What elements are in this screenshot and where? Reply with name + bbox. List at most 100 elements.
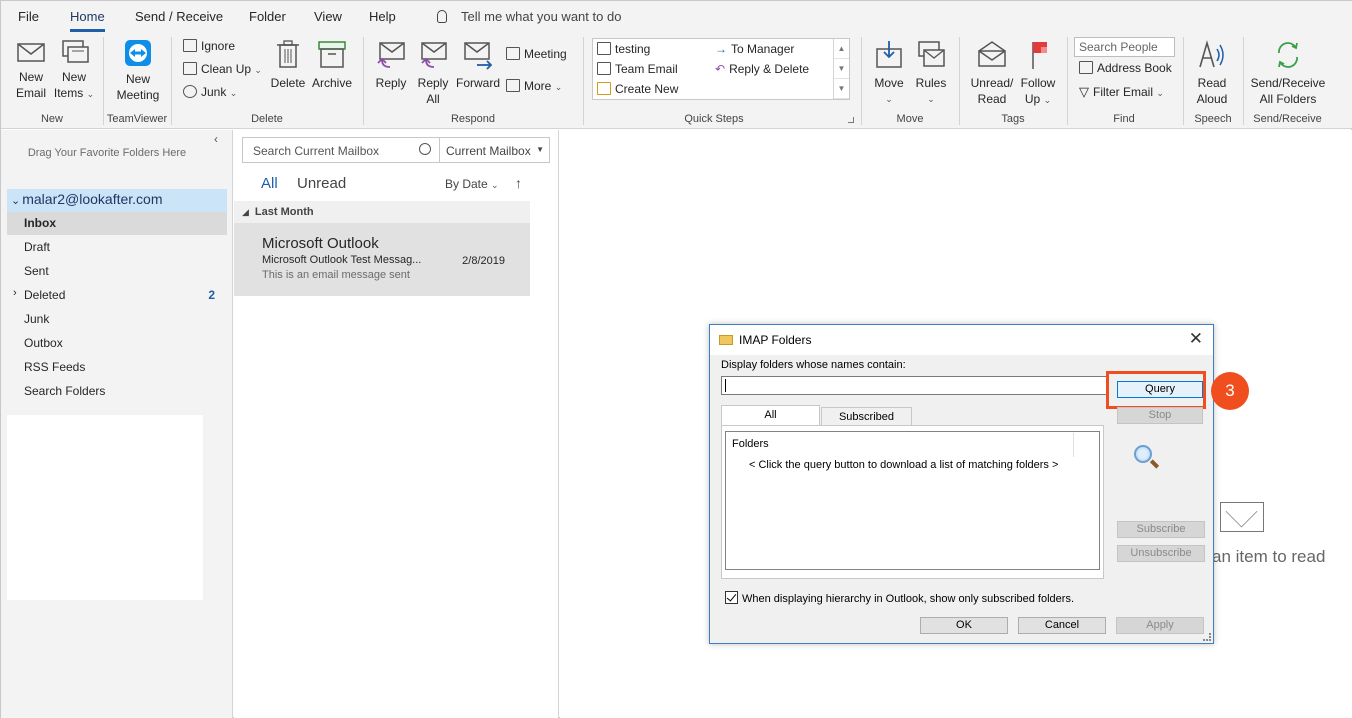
account-node[interactable]: ⌄ malar2@lookafter.com xyxy=(7,189,227,212)
scroll-up-icon[interactable]: ▲ xyxy=(834,39,849,59)
envelope-icon xyxy=(17,43,45,62)
search-scope-dropdown[interactable]: Current Mailbox ▼ xyxy=(440,137,550,163)
clean-up-button[interactable]: Clean Up ⌄ xyxy=(183,62,262,76)
dialog-launcher-icon[interactable] xyxy=(848,117,854,123)
quick-step-reply-delete[interactable]: ↶ Reply & Delete xyxy=(715,62,809,76)
tab-all[interactable]: All xyxy=(721,405,820,426)
address-book-label: Address Book xyxy=(1097,61,1172,75)
archive-button[interactable]: Archive xyxy=(309,39,355,91)
open-envelope-icon xyxy=(978,41,1006,67)
subscribed-only-option[interactable]: When displaying hierarchy in Outlook, sh… xyxy=(725,591,1074,605)
more-button[interactable]: More ⌄ xyxy=(506,79,562,93)
rules-icon xyxy=(918,41,945,67)
apply-button[interactable]: Apply xyxy=(1116,617,1204,634)
folder-item-search-folders[interactable]: Search Folders xyxy=(7,380,227,403)
close-icon[interactable]: ✕ xyxy=(1189,329,1203,349)
unread-count: 2 xyxy=(208,288,215,302)
chevron-right-icon[interactable]: › xyxy=(13,287,17,299)
sort-direction-icon[interactable]: ↑ xyxy=(515,175,522,191)
new-email-line2: Email xyxy=(15,86,46,100)
menu-folder[interactable]: Folder xyxy=(249,9,286,24)
move-label: Move xyxy=(874,76,904,90)
move-button[interactable]: Move ⌄ xyxy=(869,39,909,107)
search-people-input[interactable]: Search People xyxy=(1074,37,1175,57)
lightbulb-icon xyxy=(437,10,447,23)
collapse-pane-icon[interactable]: ‹ xyxy=(214,132,218,146)
quick-step-to-manager-label: To Manager xyxy=(731,42,795,56)
group-separator xyxy=(1243,37,1244,125)
menu-home[interactable]: Home xyxy=(70,9,105,32)
more-expand-icon[interactable]: ▼ xyxy=(834,79,849,99)
group-header-label: Last Month xyxy=(254,206,314,218)
reply-all-button[interactable]: Reply All xyxy=(413,39,453,107)
checkbox-checked[interactable] xyxy=(725,591,738,604)
menu-view[interactable]: View xyxy=(314,9,342,24)
junk-label: Junk xyxy=(201,85,227,99)
new-meeting-button[interactable]: New Meeting xyxy=(111,39,165,103)
filter-unread-tab[interactable]: Unread xyxy=(297,175,346,192)
quick-step-team-email[interactable]: Team Email xyxy=(597,62,678,76)
new-items-icon xyxy=(62,40,89,63)
folder-filter-input[interactable] xyxy=(721,376,1109,395)
quick-steps-scroll[interactable]: ▲ ▼ ▼ xyxy=(833,39,849,99)
cancel-button[interactable]: Cancel xyxy=(1018,617,1106,634)
ribbon: New Email New Items ⌄ New New Meeting Te… xyxy=(1,33,1352,129)
forward-button[interactable]: Forward xyxy=(455,39,501,91)
menu-file[interactable]: File xyxy=(18,9,39,24)
stop-button[interactable]: Stop xyxy=(1117,407,1203,424)
folder-item-inbox[interactable]: Inbox xyxy=(7,212,227,235)
new-email-button[interactable]: New Email xyxy=(11,39,51,101)
quick-step-to-manager[interactable]: → To Manager xyxy=(715,42,794,56)
rules-button[interactable]: Rules ⌄ xyxy=(911,39,951,107)
folders-list[interactable]: Folders < Click the query button to down… xyxy=(725,431,1100,570)
menu-bar: File Home Send / Receive Folder View Hel… xyxy=(1,1,1352,33)
resize-grip[interactable] xyxy=(1203,633,1211,641)
ok-button[interactable]: OK xyxy=(920,617,1008,634)
folder-item-rss-feeds[interactable]: RSS Feeds xyxy=(7,356,227,379)
group-label-delete: Delete xyxy=(251,113,283,125)
favorites-hint: Drag Your Favorite Folders Here xyxy=(27,147,187,159)
folder-item-outbox[interactable]: Outbox xyxy=(7,332,227,355)
delete-button[interactable]: Delete xyxy=(269,39,307,91)
search-icon[interactable] xyxy=(419,143,431,155)
magnifier-icon xyxy=(1134,445,1152,463)
text-cursor xyxy=(725,379,726,392)
subscribe-button[interactable]: Subscribe xyxy=(1117,521,1205,538)
tell-me-search[interactable]: Tell me what you want to do xyxy=(437,9,621,24)
message-item[interactable]: Microsoft Outlook Microsoft Outlook Test… xyxy=(234,223,530,296)
sort-by-date[interactable]: By Date ⌄ xyxy=(445,177,499,191)
junk-button[interactable]: Junk ⌄ xyxy=(183,85,237,99)
filter-all-tab[interactable]: All xyxy=(261,175,278,192)
group-label-quick-steps: Quick Steps xyxy=(684,113,744,125)
new-meeting-line1: New xyxy=(125,72,150,86)
send-receive-all-button[interactable]: Send/Receive All Folders xyxy=(1246,39,1330,107)
menu-help[interactable]: Help xyxy=(369,9,396,24)
read-aloud-icon xyxy=(1199,40,1224,68)
folder-item-draft[interactable]: Draft xyxy=(7,236,227,259)
scroll-down-icon[interactable]: ▼ xyxy=(834,59,849,79)
folders-column-header[interactable]: Folders xyxy=(732,438,769,450)
unread-read-button[interactable]: Unread/ Read xyxy=(967,39,1017,107)
quick-step-create-new-label: Create New xyxy=(615,82,679,96)
meeting-button[interactable]: Meeting xyxy=(506,47,567,61)
new-items-button[interactable]: New Items ⌄ xyxy=(53,39,95,102)
dialog-title: IMAP Folders xyxy=(739,333,812,347)
new-items-line1: New xyxy=(61,70,86,84)
folder-item-deleted[interactable]: › Deleted 2 xyxy=(7,284,227,307)
search-input[interactable]: Search Current Mailbox xyxy=(242,137,440,163)
quick-step-create-new[interactable]: Create New xyxy=(597,82,678,96)
address-book-button[interactable]: Address Book xyxy=(1079,61,1172,75)
folder-item-sent[interactable]: Sent xyxy=(7,260,227,283)
dialog-title-bar[interactable]: IMAP Folders ✕ xyxy=(710,325,1213,355)
ignore-button[interactable]: Ignore xyxy=(183,39,235,53)
menu-send-receive[interactable]: Send / Receive xyxy=(135,9,223,24)
group-header[interactable]: ◢ Last Month xyxy=(234,201,530,223)
tab-subscribed[interactable]: Subscribed xyxy=(821,407,912,426)
quick-step-testing[interactable]: testing xyxy=(597,42,650,56)
filter-email-button[interactable]: ▽ Filter Email ⌄ xyxy=(1079,84,1164,100)
reply-button[interactable]: Reply xyxy=(371,39,411,91)
folder-item-junk[interactable]: Junk xyxy=(7,308,227,331)
follow-up-button[interactable]: Follow Up ⌄ xyxy=(1017,39,1059,108)
read-aloud-button[interactable]: Read Aloud xyxy=(1191,39,1233,107)
unsubscribe-button[interactable]: Unsubscribe xyxy=(1117,545,1205,562)
